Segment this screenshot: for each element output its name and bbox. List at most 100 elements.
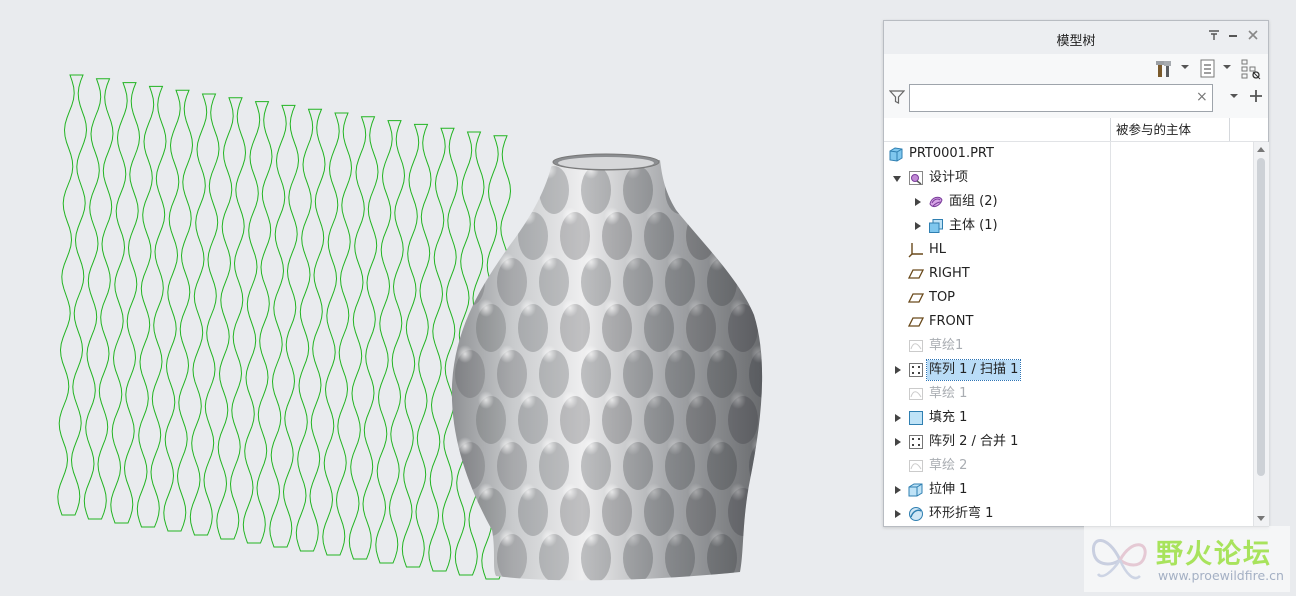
tree-settings-icon[interactable]: [1198, 58, 1218, 80]
columns-icon[interactable]: [1240, 58, 1262, 80]
vase-dimple: [770, 488, 800, 536]
vase-dimple: [707, 166, 737, 214]
vase-dimple: [497, 166, 527, 214]
sketch-icon: [908, 338, 924, 354]
vase-highlight: [709, 253, 725, 271]
expand-arrow-icon[interactable]: [895, 438, 901, 446]
vase-highlight: [562, 391, 578, 409]
vase-highlight: [667, 437, 683, 455]
expand-arrow-icon[interactable]: [915, 222, 921, 230]
vase-highlight: [751, 161, 763, 179]
vase-highlight: [499, 345, 515, 363]
vase-dimple: [455, 534, 485, 581]
vase-dimple: [476, 212, 506, 260]
vase-highlight: [772, 391, 788, 409]
vase-highlight: [646, 207, 662, 225]
vase-highlight: [730, 391, 746, 409]
vase-highlight: [751, 529, 763, 547]
vase-highlight: [457, 345, 473, 363]
vase-dimple: [770, 304, 800, 352]
vase-highlight: [688, 207, 704, 225]
tools-icon[interactable]: [1154, 58, 1176, 80]
close-icon[interactable]: [1246, 29, 1260, 43]
vase-highlight: [625, 345, 641, 363]
pin-icon[interactable]: [1207, 29, 1221, 43]
datum-plane-icon: [907, 290, 925, 306]
butterfly-logo-icon: [1091, 539, 1147, 580]
sketch-icon: [908, 458, 924, 474]
vase-highlight: [541, 345, 557, 363]
vase-highlight: [478, 299, 494, 317]
vase-highlight: [751, 437, 763, 455]
vase-highlight: [520, 299, 536, 317]
column-header-participating-bodies[interactable]: 被参与的主体: [1110, 118, 1236, 141]
minimize-icon[interactable]: [1226, 29, 1240, 43]
scroll-down-icon[interactable]: [1257, 516, 1265, 521]
vase-highlight: [457, 161, 473, 179]
scroll-up-icon[interactable]: [1257, 147, 1265, 152]
vase-highlight: [667, 253, 683, 271]
expand-arrow-icon[interactable]: [895, 414, 901, 422]
expand-arrow-icon[interactable]: [895, 366, 901, 374]
part-icon: [888, 146, 904, 162]
settings-dropdown-icon[interactable]: [1223, 65, 1231, 69]
vase-highlight: [667, 529, 683, 547]
model-tree[interactable]: PRT0001.PRT 设计项 面组 (2) 主体 (1) HL RIGHT T…: [884, 142, 1253, 526]
pattern-icon: [908, 434, 924, 450]
vase-highlight: [604, 299, 620, 317]
vase-highlight: [688, 391, 704, 409]
vase-highlight: [751, 253, 763, 271]
vase-highlight: [541, 437, 557, 455]
vase-dimple: [749, 258, 763, 306]
search-input[interactable]: [909, 84, 1213, 112]
vase-dimple: [455, 258, 485, 306]
vase-highlight: [583, 529, 599, 547]
design-items-icon: [908, 170, 924, 186]
vase-highlight: [772, 207, 788, 225]
vase-highlight: [730, 207, 746, 225]
vase-highlight: [457, 253, 473, 271]
vase-highlight: [457, 437, 473, 455]
vase-highlight: [751, 345, 763, 363]
collapse-arrow-icon[interactable]: [893, 176, 901, 182]
vase-highlight: [499, 437, 515, 455]
vase-highlight: [709, 345, 725, 363]
scrollbar-thumb[interactable]: [1257, 158, 1265, 476]
expand-arrow-icon[interactable]: [895, 486, 901, 494]
clear-search-icon[interactable]: ×: [1196, 89, 1208, 105]
forum-watermark: 野火论坛 www.proewildfire.cn: [1084, 526, 1290, 592]
datum-plane-icon: [907, 266, 925, 282]
body-icon: [928, 218, 944, 234]
vase-highlight: [646, 391, 662, 409]
vase-highlight: [646, 299, 662, 317]
vase-highlight: [730, 483, 746, 501]
vase-dimple: [749, 534, 763, 581]
tools-dropdown-icon[interactable]: [1181, 65, 1189, 69]
vase-dimple: [665, 166, 695, 214]
vase-highlight: [625, 437, 641, 455]
vase-highlight: [625, 529, 641, 547]
vase-dimple: [749, 166, 763, 214]
vase-highlight: [562, 483, 578, 501]
tree-scrollbar[interactable]: [1253, 142, 1269, 526]
add-icon[interactable]: [1249, 89, 1263, 107]
expand-arrow-icon[interactable]: [915, 198, 921, 206]
vase-highlight: [520, 391, 536, 409]
vase-highlight: [604, 391, 620, 409]
datum-plane-icon: [907, 314, 925, 330]
expand-arrow-icon[interactable]: [895, 510, 901, 518]
csys-icon: [908, 242, 924, 258]
vase-highlight: [478, 483, 494, 501]
panel-titlebar[interactable]: 模型树: [884, 21, 1268, 55]
toroidal-bend-icon: [908, 506, 924, 522]
vase-highlight: [667, 161, 683, 179]
search-row: ×: [884, 84, 1268, 119]
vase-highlight: [478, 207, 494, 225]
model-tree-panel: 模型树 × 被参与的主体 PRT0001.PRT 设计项 面组 (2) 主体 (…: [883, 20, 1269, 527]
fill-icon: [908, 410, 924, 426]
vase-highlight: [478, 391, 494, 409]
search-dropdown-icon[interactable]: [1230, 94, 1238, 98]
vase-highlight: [499, 161, 515, 179]
quilt-icon: [928, 194, 944, 210]
filter-icon[interactable]: [888, 89, 906, 109]
